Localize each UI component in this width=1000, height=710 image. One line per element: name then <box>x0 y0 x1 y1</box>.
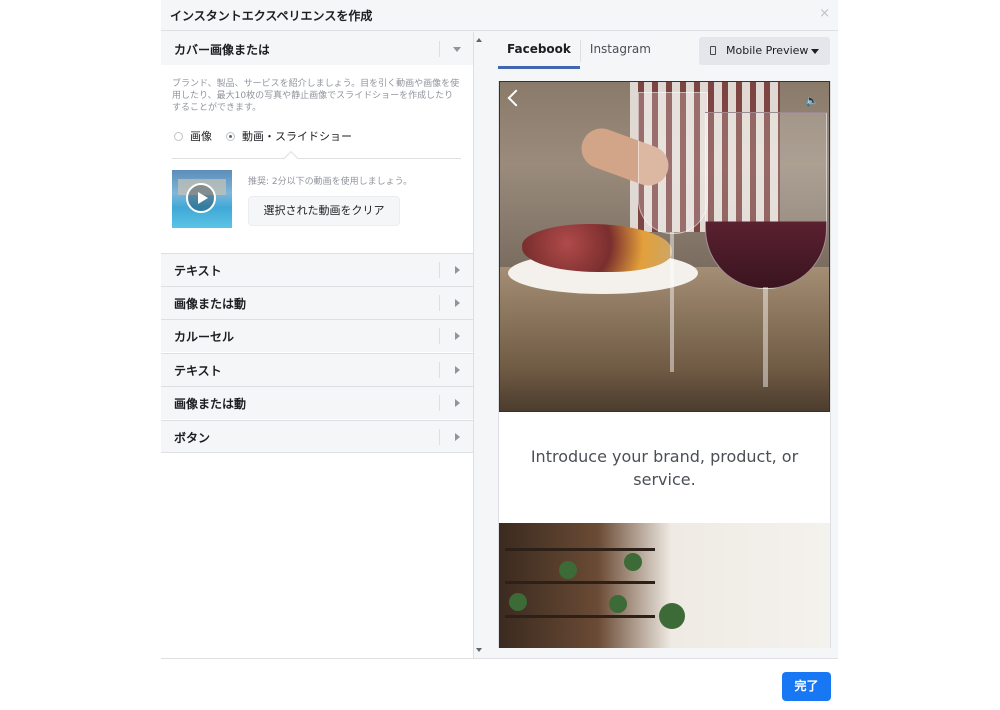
collapse-triangle-icon[interactable] <box>453 47 461 52</box>
radio-video-slideshow-label[interactable]: 動画・スライドショー <box>242 128 352 144</box>
divider <box>439 395 440 411</box>
divider <box>439 262 440 278</box>
preview-panel: Facebook Instagram Mobile Preview 🔈 Intr… <box>485 32 838 658</box>
media-type-radio-group: 画像 動画・スライドショー <box>174 128 352 144</box>
mobile-phone-icon <box>710 46 716 55</box>
section-label: 画像または動画 <box>174 397 246 411</box>
section-label: テキスト <box>174 364 222 378</box>
panel-scrollbar[interactable] <box>473 32 485 658</box>
close-icon[interactable]: × <box>819 6 830 21</box>
cover-section-title: カバー画像または動画 <box>174 43 269 57</box>
intro-text: Introduce your brand, product, or servic… <box>530 447 799 489</box>
section-row-carousel[interactable]: カルーセル <box>161 319 473 352</box>
footer-divider <box>161 658 838 659</box>
divider <box>439 41 440 57</box>
mobile-preview-dropdown[interactable]: Mobile Preview <box>699 37 830 65</box>
mobile-preview-frame: 🔈 Introduce your brand, product, or serv… <box>498 81 831 648</box>
divider <box>172 158 461 159</box>
expand-triangle-icon[interactable] <box>455 399 460 407</box>
create-instant-experience-dialog: インスタントエクスペリエンスを作成 × カバー画像または動画 ブランド、製品、サ… <box>161 0 838 658</box>
play-icon[interactable] <box>186 183 216 213</box>
divider <box>439 362 440 378</box>
dialog-title: インスタントエクスペリエンスを作成 <box>170 9 373 23</box>
pointer-notch <box>283 150 299 166</box>
tab-instagram[interactable]: Instagram <box>581 32 660 69</box>
section-row-image-video-2[interactable]: 画像または動画 <box>161 386 473 419</box>
expand-triangle-icon[interactable] <box>455 299 460 307</box>
cover-section-header[interactable]: カバー画像または動画 <box>161 32 473 65</box>
radio-video-slideshow[interactable] <box>226 131 235 141</box>
divider <box>439 429 440 445</box>
section-row-text-1[interactable]: テキスト <box>161 253 473 286</box>
clear-selected-video-button[interactable]: 選択された動画をクリア <box>248 196 400 226</box>
section-label: 画像または動画 <box>174 297 246 311</box>
sound-icon[interactable]: 🔈 <box>805 94 819 107</box>
divider <box>439 295 440 311</box>
tab-facebook[interactable]: Facebook <box>498 32 580 69</box>
section-label: カルーセル <box>174 330 235 344</box>
expand-triangle-icon[interactable] <box>455 266 460 274</box>
section-row-text-2[interactable]: テキスト <box>161 353 473 386</box>
expand-triangle-icon[interactable] <box>455 366 460 374</box>
preview-dropdown-label: Mobile Preview <box>726 44 809 57</box>
dropdown-arrow-icon <box>811 49 819 54</box>
video-thumbnail[interactable] <box>172 170 232 228</box>
section-label: ボタン <box>174 431 211 445</box>
scroll-up-arrow-icon[interactable] <box>476 38 482 42</box>
scroll-down-arrow-icon[interactable] <box>476 648 482 652</box>
done-button[interactable]: 完了 <box>782 672 831 701</box>
expand-triangle-icon[interactable] <box>455 332 460 340</box>
section-row-image-video-1[interactable]: 画像または動画 <box>161 286 473 319</box>
dialog-titlebar: インスタントエクスペリエンスを作成 × <box>161 0 838 31</box>
radio-image-label[interactable]: 画像 <box>190 128 212 144</box>
radio-image[interactable] <box>174 131 183 141</box>
section-row-button[interactable]: ボタン <box>161 420 473 453</box>
video-recommendation: 推奨: 2分以下の動画を使用しましょう。 <box>248 177 413 187</box>
divider <box>439 328 440 344</box>
cover-description: ブランド、製品、サービスを紹介しましょう。目を引く動画や画像を使用したり、最大1… <box>172 79 460 113</box>
section-label: テキスト <box>174 264 222 278</box>
preview-tabs: Facebook Instagram <box>498 32 660 69</box>
restaurant-image-preview <box>499 523 830 648</box>
components-panel: カバー画像または動画 ブランド、製品、サービスを紹介しましょう。目を引く動画や画… <box>161 32 473 658</box>
cover-video-preview[interactable]: 🔈 <box>499 81 830 412</box>
expand-triangle-icon[interactable] <box>455 433 460 441</box>
